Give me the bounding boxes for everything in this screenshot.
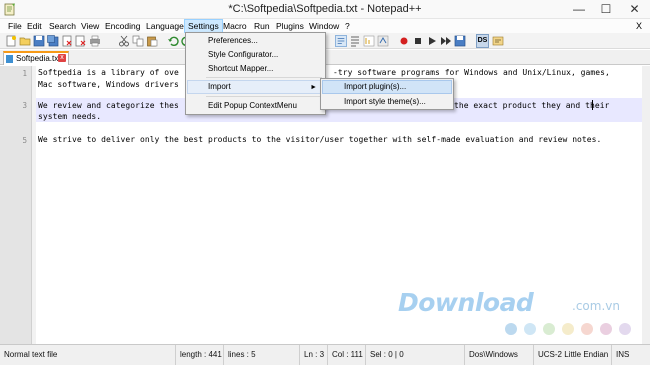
menu-macro[interactable]: Macro (220, 19, 250, 33)
status-length: length : 441 (176, 345, 224, 365)
code-line-tail: -try software programs for Windows and U… (333, 68, 610, 77)
watermark-dot (505, 323, 517, 335)
line-number: 1 (22, 69, 27, 78)
status-lines: lines : 5 (224, 345, 300, 365)
window-title: *C:\Softpedia\Softpedia.txt - Notepad++ (228, 3, 422, 15)
menu-edit[interactable]: Edit (24, 19, 45, 33)
save-all-icon[interactable] (47, 35, 59, 47)
menu-plugins[interactable]: Plugins (273, 19, 307, 33)
tab-label: Softpedia.txt (16, 54, 61, 63)
record-macro-icon[interactable] (398, 35, 410, 47)
run-macro-multiple-icon[interactable] (440, 35, 452, 47)
vertical-scrollbar[interactable] (642, 66, 650, 344)
menu-encoding[interactable]: Encoding (102, 19, 143, 33)
open-file-icon[interactable] (19, 35, 31, 47)
copy-icon[interactable] (132, 35, 144, 47)
status-sel: Sel : 0 | 0 (366, 345, 465, 365)
watermark-dot (581, 323, 593, 335)
menu-run[interactable]: Run (251, 19, 273, 33)
menu-window[interactable]: Window (306, 19, 342, 33)
line-number: 5 (22, 136, 27, 145)
tab-softpedia-txt[interactable]: Softpedia.txt x (3, 51, 69, 65)
playback-macro-icon[interactable] (426, 35, 438, 47)
menu-file[interactable]: File (5, 19, 25, 33)
watermark-dot (600, 323, 612, 335)
minimize-button[interactable]: — (565, 0, 593, 18)
menu-separator (206, 96, 322, 97)
paste-icon[interactable] (146, 35, 158, 47)
watermark-dot (543, 323, 555, 335)
title-bar: *C:\Softpedia\Softpedia.txt - Notepad++ … (0, 0, 650, 19)
menu-item-style-configurator[interactable]: Style Configurator... (187, 48, 324, 62)
close-all-icon[interactable] (75, 35, 87, 47)
cut-icon[interactable] (118, 35, 130, 47)
watermark-dot (562, 323, 574, 335)
word-wrap-icon[interactable] (335, 35, 347, 47)
undo-icon[interactable] (167, 35, 179, 47)
menu-item-import-style-themes[interactable]: Import style theme(s)... (322, 95, 452, 109)
menu-item-import-label: Import (208, 82, 231, 91)
print-icon[interactable] (89, 35, 101, 47)
code-line: We review and categorize thes (38, 101, 179, 110)
watermark-dot (524, 323, 536, 335)
watermark-suffix: .com.vn (572, 299, 620, 313)
user-defined-language-icon[interactable] (377, 35, 389, 47)
code-line-tail: the exact product they and their (454, 101, 610, 110)
watermark-dot (619, 323, 631, 335)
function-list-icon[interactable] (492, 35, 504, 47)
menu-item-shortcut-mapper[interactable]: Shortcut Mapper... (187, 62, 324, 76)
stop-recording-icon[interactable] (412, 35, 424, 47)
status-ln: Ln : 3 (300, 345, 328, 365)
menu-item-import-plugins[interactable]: Import plugin(s)... (322, 80, 452, 94)
save-icon[interactable] (33, 35, 45, 47)
settings-dropdown-menu: Preferences... Style Configurator... Sho… (185, 32, 326, 115)
status-insert-mode[interactable]: INS (612, 345, 650, 365)
status-file-type: Normal text file (0, 345, 176, 365)
menu-item-import[interactable]: Import ► (187, 80, 324, 94)
menu-settings[interactable]: Settings (184, 19, 223, 33)
show-all-characters-icon[interactable] (349, 35, 361, 47)
code-line: Mac software, Windows drivers (38, 80, 179, 89)
menu-item-edit-popup-contextmenu[interactable]: Edit Popup ContextMenu (187, 99, 324, 113)
menu-search[interactable]: Search (46, 19, 79, 33)
save-macro-icon[interactable] (454, 35, 466, 47)
text-caret (592, 100, 593, 110)
status-bar: Normal text file length : 441 lines : 5 … (0, 344, 650, 365)
close-file-icon[interactable] (61, 35, 73, 47)
status-eol[interactable]: Dos\Windows (465, 345, 534, 365)
watermark-logo-text: Download (398, 288, 534, 317)
menu-view[interactable]: View (78, 19, 102, 33)
menu-bar: File Edit Search View Encoding Language … (0, 19, 650, 33)
menu-item-preferences[interactable]: Preferences... (187, 34, 324, 48)
status-encoding[interactable]: UCS-2 Little Endian (534, 345, 612, 365)
maximize-button[interactable]: ☐ (592, 0, 620, 18)
new-file-icon[interactable] (5, 35, 17, 47)
menu-separator (206, 77, 322, 78)
status-col: Col : 111 (328, 345, 366, 365)
code-line: system needs. (38, 112, 102, 121)
unsaved-file-icon (6, 55, 13, 63)
code-line: Softpedia is a library of ove (38, 68, 179, 77)
line-number-gutter: 1 3 5 (0, 66, 32, 344)
close-document-button[interactable]: X (636, 19, 642, 33)
code-text: Softpedia is a library of ove (38, 68, 179, 77)
submenu-arrow-icon: ► (310, 84, 317, 91)
indent-guide-icon[interactable] (363, 35, 375, 47)
import-submenu: Import plugin(s)... Import style theme(s… (320, 78, 454, 110)
document-switcher-button[interactable]: DS (476, 34, 489, 48)
tab-close-icon[interactable]: x (58, 54, 66, 62)
menu-language[interactable]: Language (143, 19, 187, 33)
menu-help[interactable]: ? (342, 19, 353, 33)
line-number: 3 (22, 101, 27, 110)
code-line: We strive to deliver only the best produ… (38, 135, 602, 144)
close-button[interactable]: ✕ (619, 0, 650, 18)
